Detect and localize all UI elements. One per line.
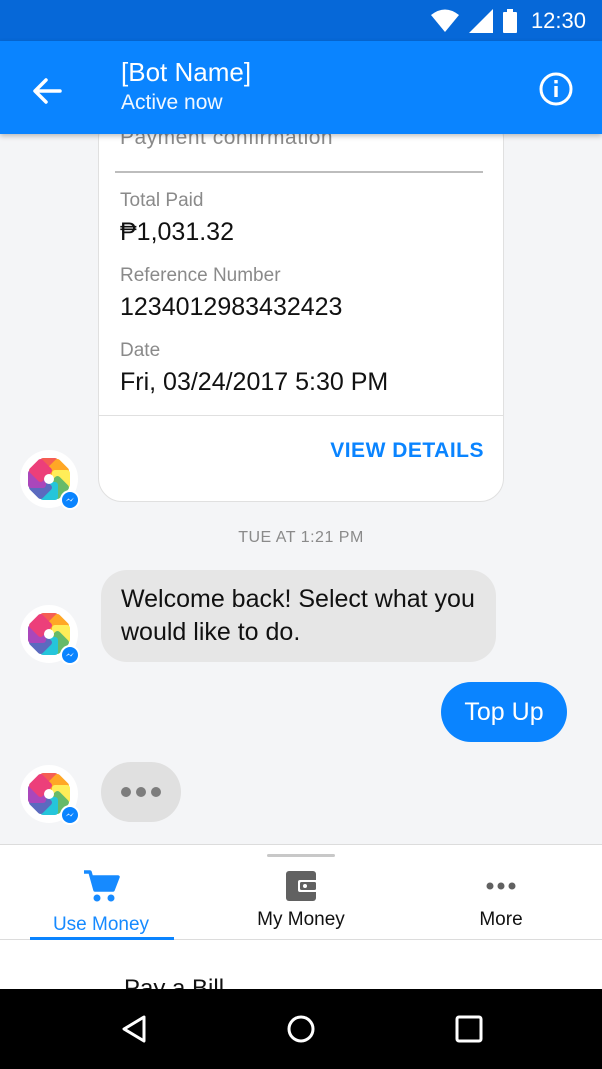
bot-avatar[interactable] (20, 605, 80, 665)
receipt-divider (115, 171, 483, 173)
receipt-title: Payment confirmation (120, 134, 334, 149)
tab-more[interactable]: More (401, 867, 601, 939)
persistent-menu-tray: Use Money My Money More Pay a Bill (0, 844, 602, 1002)
date-label: Date (120, 340, 161, 361)
tab-my-money[interactable]: My Money (201, 867, 401, 939)
chat-thread[interactable]: Payment confirmation Total Paid ₱1,031.3… (0, 134, 602, 844)
app-bar: [Bot Name] Active now (0, 41, 602, 134)
tab-my-money-label: My Money (257, 909, 345, 930)
bot-message-bubble: Welcome back! Select what you would like… (101, 570, 496, 662)
nav-back-button[interactable] (115, 1009, 155, 1049)
cart-icon (84, 870, 120, 902)
tab-more-label: More (479, 909, 523, 930)
bot-name: [Bot Name] (121, 57, 252, 87)
payment-receipt-card: Payment confirmation Total Paid ₱1,031.3… (98, 134, 504, 502)
wallet-icon (286, 871, 318, 901)
messenger-badge (60, 645, 80, 665)
reference-label: Reference Number (120, 265, 281, 286)
conversation-title: [Bot Name] Active now (121, 57, 251, 119)
messenger-icon (62, 492, 78, 508)
square-recents-icon (455, 1015, 483, 1043)
active-tab-indicator (30, 937, 174, 940)
user-message-bubble: Top Up (441, 682, 567, 742)
system-navigation-bar (0, 989, 602, 1069)
bot-avatar[interactable] (20, 765, 80, 825)
typing-dot (151, 787, 161, 797)
wifi-icon (430, 9, 459, 32)
total-paid-label: Total Paid (120, 190, 204, 211)
nav-home-button[interactable] (281, 1009, 321, 1049)
view-details-button[interactable]: VIEW DETAILS (330, 439, 484, 463)
back-button[interactable] (28, 71, 68, 111)
date-value: Fri, 03/24/2017 5:30 PM (120, 368, 389, 396)
typing-indicator (101, 762, 181, 822)
messenger-badge (60, 805, 80, 825)
status-time: 12:30 (530, 8, 586, 33)
typing-dot (121, 787, 131, 797)
message-timestamp: TUE AT 1:21 PM (238, 529, 364, 546)
info-button[interactable] (538, 71, 574, 107)
circle-home-icon (287, 1015, 315, 1043)
receipt-action-divider (99, 415, 503, 416)
more-dots-icon (486, 882, 516, 890)
messenger-icon (62, 647, 78, 663)
messenger-icon (62, 807, 78, 823)
signal-icon (468, 9, 493, 33)
active-status: Active now (121, 91, 223, 114)
total-paid-value: ₱1,031.32 (120, 218, 234, 246)
typing-dot (136, 787, 146, 797)
reference-value: 1234012983432423 (120, 293, 343, 321)
status-icons: 12:30 (430, 8, 586, 34)
battery-icon (502, 9, 517, 33)
triangle-back-icon (122, 1015, 146, 1043)
messenger-badge (60, 490, 80, 510)
nav-recents-button[interactable] (449, 1009, 489, 1049)
drag-handle[interactable] (267, 854, 335, 857)
bot-avatar[interactable] (20, 450, 80, 510)
arrow-left-icon (33, 78, 62, 104)
tab-use-money[interactable]: Use Money (1, 867, 201, 939)
status-bar: 12:30 (0, 0, 602, 41)
info-icon (539, 72, 573, 106)
